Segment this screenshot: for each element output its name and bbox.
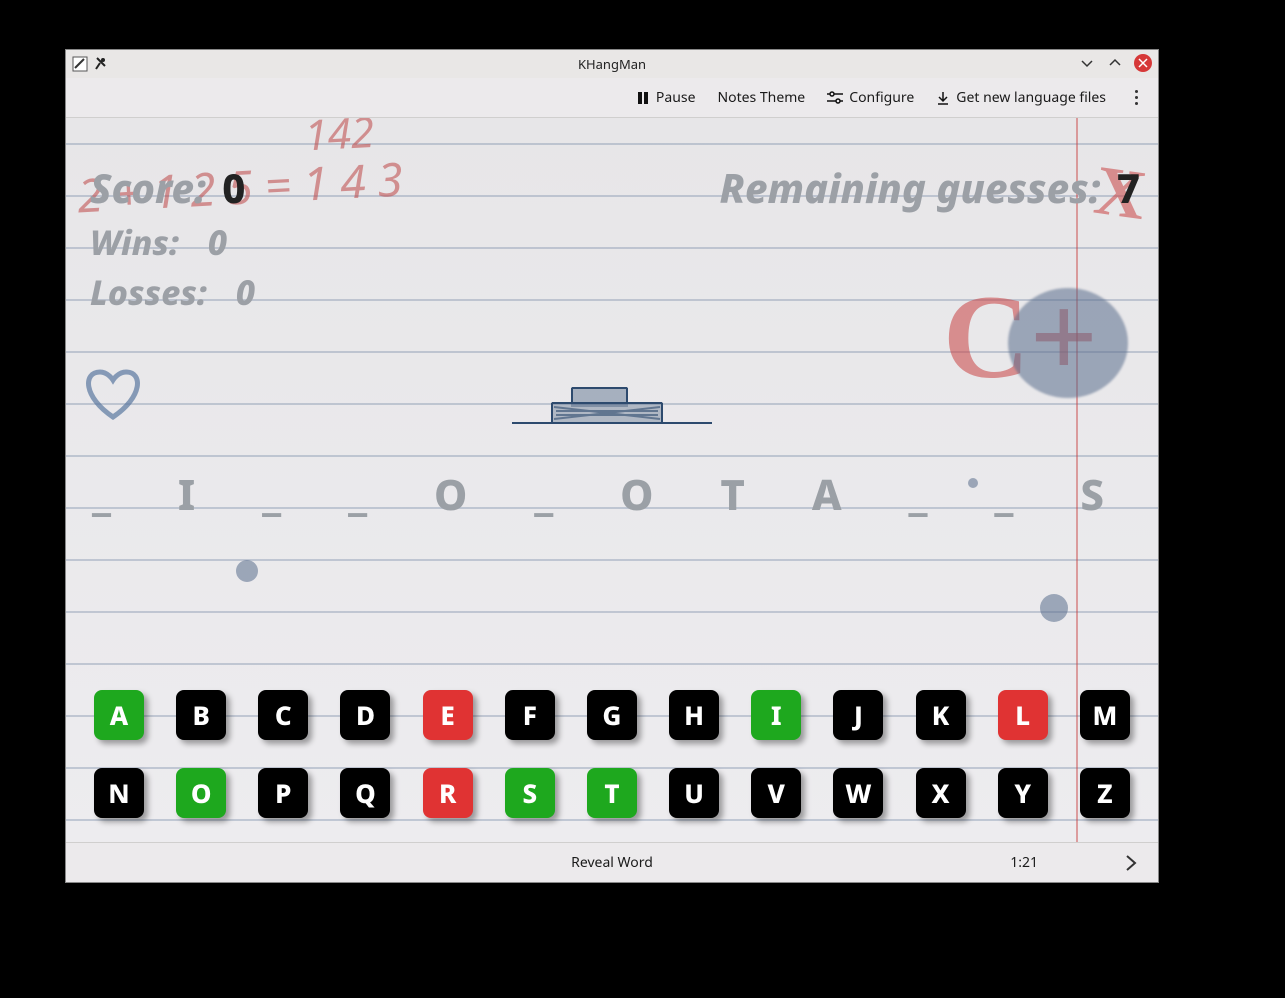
- key-u[interactable]: U: [669, 768, 719, 818]
- titlebar: KHangMan: [66, 50, 1158, 78]
- key-i[interactable]: I: [751, 690, 801, 740]
- keyboard: ABCDEFGHIJKLM NOPQRSTUVWXYZ: [94, 690, 1130, 818]
- window-title: KHangMan: [66, 55, 1158, 73]
- key-v[interactable]: V: [751, 768, 801, 818]
- app-icon: [72, 56, 88, 72]
- key-k[interactable]: K: [916, 690, 966, 740]
- word-display: _ I _ _ O _ O T A _ _ S: [66, 466, 1158, 523]
- pin-icon[interactable]: [94, 57, 108, 71]
- key-a[interactable]: A: [94, 690, 144, 740]
- reveal-word-button[interactable]: Reveal Word: [571, 853, 653, 872]
- configure-button[interactable]: Configure: [827, 88, 914, 107]
- key-x[interactable]: X: [916, 768, 966, 818]
- key-g[interactable]: G: [587, 690, 637, 740]
- key-o[interactable]: O: [176, 768, 226, 818]
- key-h[interactable]: H: [669, 690, 719, 740]
- theme-label: Notes Theme: [717, 88, 805, 107]
- key-d[interactable]: D: [340, 690, 390, 740]
- pause-label: Pause: [656, 88, 696, 107]
- window-controls: [1078, 54, 1152, 72]
- get-language-label: Get new language files: [956, 88, 1106, 107]
- key-l[interactable]: L: [998, 690, 1048, 740]
- key-p[interactable]: P: [258, 768, 308, 818]
- app-window: KHangMan Pause Notes Theme: [66, 50, 1158, 882]
- wins-value: 0: [208, 219, 227, 265]
- key-q[interactable]: Q: [340, 768, 390, 818]
- key-r[interactable]: R: [423, 768, 473, 818]
- ink-splat: [1040, 594, 1068, 622]
- losses-label: Losses:: [90, 269, 207, 315]
- key-c[interactable]: C: [258, 690, 308, 740]
- score-label: Score:: [90, 160, 206, 215]
- hud: Score: 0 Wins: 0 Losses: 0 Remaining gue…: [84, 160, 1140, 315]
- more-menu-button[interactable]: [1128, 90, 1144, 105]
- configure-label: Configure: [849, 88, 914, 107]
- score-value: 0: [222, 160, 245, 215]
- key-s[interactable]: S: [505, 768, 555, 818]
- key-z[interactable]: Z: [1080, 768, 1130, 818]
- key-m[interactable]: M: [1080, 690, 1130, 740]
- maximize-button[interactable]: [1106, 54, 1124, 72]
- key-n[interactable]: N: [94, 768, 144, 818]
- download-icon: [936, 91, 950, 105]
- get-language-button[interactable]: Get new language files: [936, 88, 1106, 107]
- hangman-figure: [502, 373, 722, 433]
- key-b[interactable]: B: [176, 690, 226, 740]
- key-t[interactable]: T: [587, 768, 637, 818]
- next-word-button[interactable]: [1122, 854, 1140, 872]
- remaining-value: 7: [1117, 160, 1140, 215]
- minimize-button[interactable]: [1078, 54, 1096, 72]
- sliders-icon: [827, 91, 843, 105]
- key-f[interactable]: F: [505, 690, 555, 740]
- wins-label: Wins:: [90, 219, 179, 265]
- key-w[interactable]: W: [833, 768, 883, 818]
- key-y[interactable]: Y: [998, 768, 1048, 818]
- game-area: 142 2 + 1 2 5 = 1 4 3 C+ X Score: 0 Wins…: [66, 118, 1158, 842]
- pause-icon: [636, 91, 650, 105]
- key-e[interactable]: E: [423, 690, 473, 740]
- toolbar: Pause Notes Theme Configure Get new lang…: [66, 78, 1158, 118]
- key-j[interactable]: J: [833, 690, 883, 740]
- remaining-label: Remaining guesses:: [719, 160, 1100, 215]
- close-button[interactable]: [1134, 54, 1152, 72]
- footer: Reveal Word 1:21: [66, 842, 1158, 882]
- losses-value: 0: [236, 269, 255, 315]
- timer-display: 1:21: [1010, 853, 1038, 872]
- ink-splat: [236, 560, 258, 582]
- pause-button[interactable]: Pause: [636, 88, 696, 107]
- theme-button[interactable]: Notes Theme: [717, 88, 805, 107]
